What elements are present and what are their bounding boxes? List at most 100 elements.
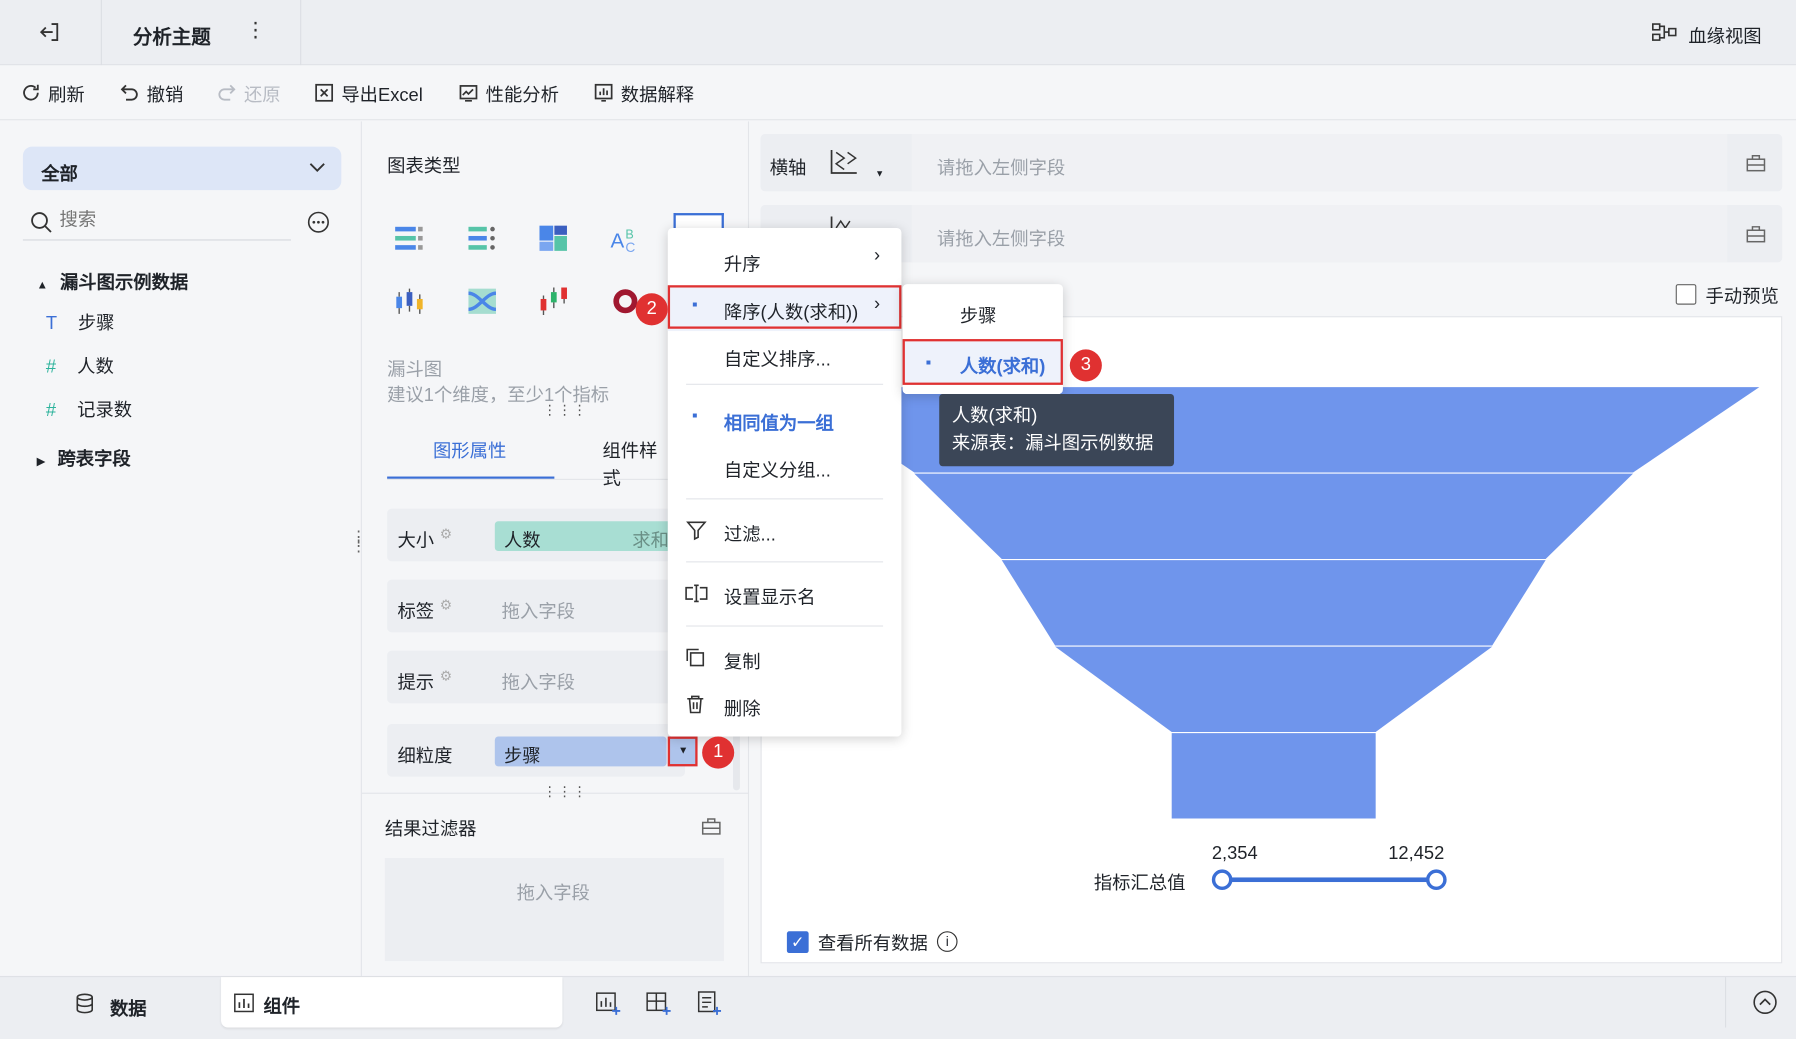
step-badge-1: 1: [702, 736, 735, 769]
undo-button[interactable]: 撤销: [119, 79, 183, 106]
lineage-icon[interactable]: [1652, 22, 1677, 48]
add-chart-icon[interactable]: [596, 991, 621, 1016]
sankey-icon[interactable]: [467, 288, 497, 315]
field-item-records[interactable]: # 记录数: [46, 394, 132, 421]
menu-item-copy[interactable]: 复制: [668, 635, 902, 681]
drag-handle-icon[interactable]: ⋮⋮⋮: [543, 402, 588, 418]
size-field-pill[interactable]: 人数 求和: [494, 521, 690, 551]
component-chart-icon: [234, 993, 254, 1013]
tab-component-style[interactable]: 组件样式: [580, 417, 672, 489]
sort-submenu: 步骤 ▪ 人数(求和): [902, 284, 1063, 395]
refresh-icon: [23, 84, 39, 101]
submenu-item-step[interactable]: 步骤: [903, 300, 1063, 334]
y-axis-row[interactable]: 纵轴 请拖入左侧字段: [760, 205, 1783, 263]
rename-icon: [685, 584, 708, 603]
toolbox-icon[interactable]: [1746, 223, 1767, 244]
menu-item-ascending[interactable]: 升序 ›: [668, 237, 902, 283]
refresh-button[interactable]: 刷新: [21, 79, 85, 106]
divider: [1724, 977, 1727, 1028]
caret-down-icon[interactable]: ▼: [875, 168, 884, 178]
field-dropdown-button[interactable]: ▼: [667, 736, 698, 767]
caret-down-icon: ▲: [36, 279, 48, 293]
result-filter-dropzone[interactable]: 拖入字段: [384, 857, 724, 962]
cross-table-node[interactable]: ▶ 跨表字段: [37, 443, 131, 470]
info-icon[interactable]: i: [936, 931, 958, 952]
tab-data[interactable]: 数据: [0, 977, 220, 1027]
excel-icon: [315, 83, 334, 102]
add-table-icon[interactable]: [646, 991, 671, 1016]
field-item-count[interactable]: # 人数: [46, 351, 114, 378]
tab-component[interactable]: 组件: [221, 977, 563, 1028]
funnel-segment[interactable]: [1171, 733, 1376, 819]
checkbox-checked-icon: ✓: [786, 930, 809, 953]
summary-label: 指标汇总值: [1093, 874, 1186, 894]
field-item-step[interactable]: T 步骤: [46, 307, 115, 334]
menu-item-filter[interactable]: 过滤...: [668, 507, 902, 553]
axis-type-icon[interactable]: [829, 148, 859, 175]
redo-button[interactable]: 还原: [216, 79, 281, 106]
chevron-right-icon: ›: [873, 246, 881, 266]
selected-dot-icon: ▪: [691, 405, 698, 424]
detail-list-icon[interactable]: [467, 225, 497, 252]
view-all-data-checkbox[interactable]: ✓ 查看所有数据 i: [786, 928, 958, 955]
number-type-icon: #: [45, 400, 57, 421]
word-cloud-icon[interactable]: A BC: [609, 222, 643, 254]
settings-icon[interactable]: ⚙: [440, 668, 452, 684]
prop-row-size[interactable]: 大小 ⚙ 人数 求和: [387, 508, 690, 562]
collapse-up-icon[interactable]: [1752, 990, 1777, 1015]
funnel-segment[interactable]: [1055, 646, 1493, 732]
lineage-view-button[interactable]: 血缘视图: [1688, 21, 1761, 48]
bottom-bar: 数据 组件: [0, 975, 1796, 1039]
search-input[interactable]: [59, 206, 289, 236]
more-vertical-icon[interactable]: ⋮: [245, 18, 266, 42]
dataset-node[interactable]: ▲ 漏斗图示例数据: [37, 267, 189, 294]
prop-row-granularity[interactable]: 细粒度 步骤 ▼: [387, 723, 698, 777]
svg-text:A: A: [610, 229, 624, 252]
settings-icon[interactable]: ⚙: [440, 597, 452, 613]
drag-handle-icon[interactable]: ⋮⋮⋮: [543, 784, 588, 800]
more-options-icon[interactable]: [307, 211, 330, 234]
menu-item-custom-group[interactable]: 自定义分组...: [668, 443, 902, 489]
x-axis-row[interactable]: 横轴 ▼ 请拖入左侧字段: [760, 134, 1783, 192]
performance-button[interactable]: 性能分析: [458, 79, 559, 106]
step-badge-2: 2: [635, 293, 668, 326]
tab-graphic-properties[interactable]: 图形属性: [387, 417, 555, 479]
y-axis-dropzone[interactable]: 请拖入左侧字段: [911, 205, 1728, 263]
list-chart-icon[interactable]: [394, 225, 424, 252]
chart-type-title: 图表类型: [387, 156, 461, 177]
range-slider-max-handle[interactable]: [1426, 869, 1447, 891]
toolbox-icon[interactable]: [701, 816, 722, 837]
menu-separator: [686, 625, 884, 627]
highlight-box-3: [902, 339, 1063, 385]
menu-item-delete[interactable]: 删除: [668, 682, 902, 728]
funnel-segment[interactable]: [1001, 560, 1546, 646]
candlestick-icon[interactable]: [538, 285, 570, 317]
funnel-segment[interactable]: [914, 473, 1634, 560]
add-text-icon[interactable]: [696, 991, 722, 1016]
data-explain-icon: [594, 83, 613, 102]
funnel-chart-type-selected[interactable]: [673, 213, 724, 230]
menu-item-rename[interactable]: 设置显示名: [668, 570, 902, 616]
range-slider-track[interactable]: [1222, 877, 1438, 883]
range-slider-min-handle[interactable]: [1211, 869, 1233, 891]
treemap-icon[interactable]: [538, 225, 568, 252]
prop-row-tooltip[interactable]: 提示 ⚙ 拖入字段: [387, 650, 685, 704]
menu-item-group-same[interactable]: ▪ 相同值为一组: [668, 396, 902, 442]
divider: [387, 478, 685, 480]
x-axis-dropzone[interactable]: 请拖入左侧字段: [911, 134, 1728, 192]
menu-item-custom-sort[interactable]: 自定义排序...: [668, 332, 902, 378]
manual-preview-checkbox[interactable]: 手动预览: [1675, 281, 1779, 308]
export-excel-button[interactable]: 导出Excel: [314, 79, 423, 106]
scope-select[interactable]: 全部: [22, 146, 342, 191]
boxplot-icon[interactable]: [394, 288, 426, 318]
granularity-field-pill[interactable]: 步骤: [494, 736, 667, 767]
back-icon[interactable]: [38, 21, 61, 50]
field-tooltip: 人数(求和) 来源表：漏斗图示例数据: [939, 394, 1175, 467]
settings-icon[interactable]: ⚙: [440, 526, 452, 542]
toolbar: 刷新 撤销 还原 导出Excel 性能分析 数据解释: [0, 65, 1796, 121]
funnel-segment[interactable]: [788, 387, 1760, 473]
prop-row-label[interactable]: 标签 ⚙ 拖入字段: [387, 579, 685, 633]
data-explain-button[interactable]: 数据解释: [593, 79, 694, 106]
toolbox-icon[interactable]: [1746, 152, 1767, 173]
funnel-chart: [788, 387, 1760, 819]
